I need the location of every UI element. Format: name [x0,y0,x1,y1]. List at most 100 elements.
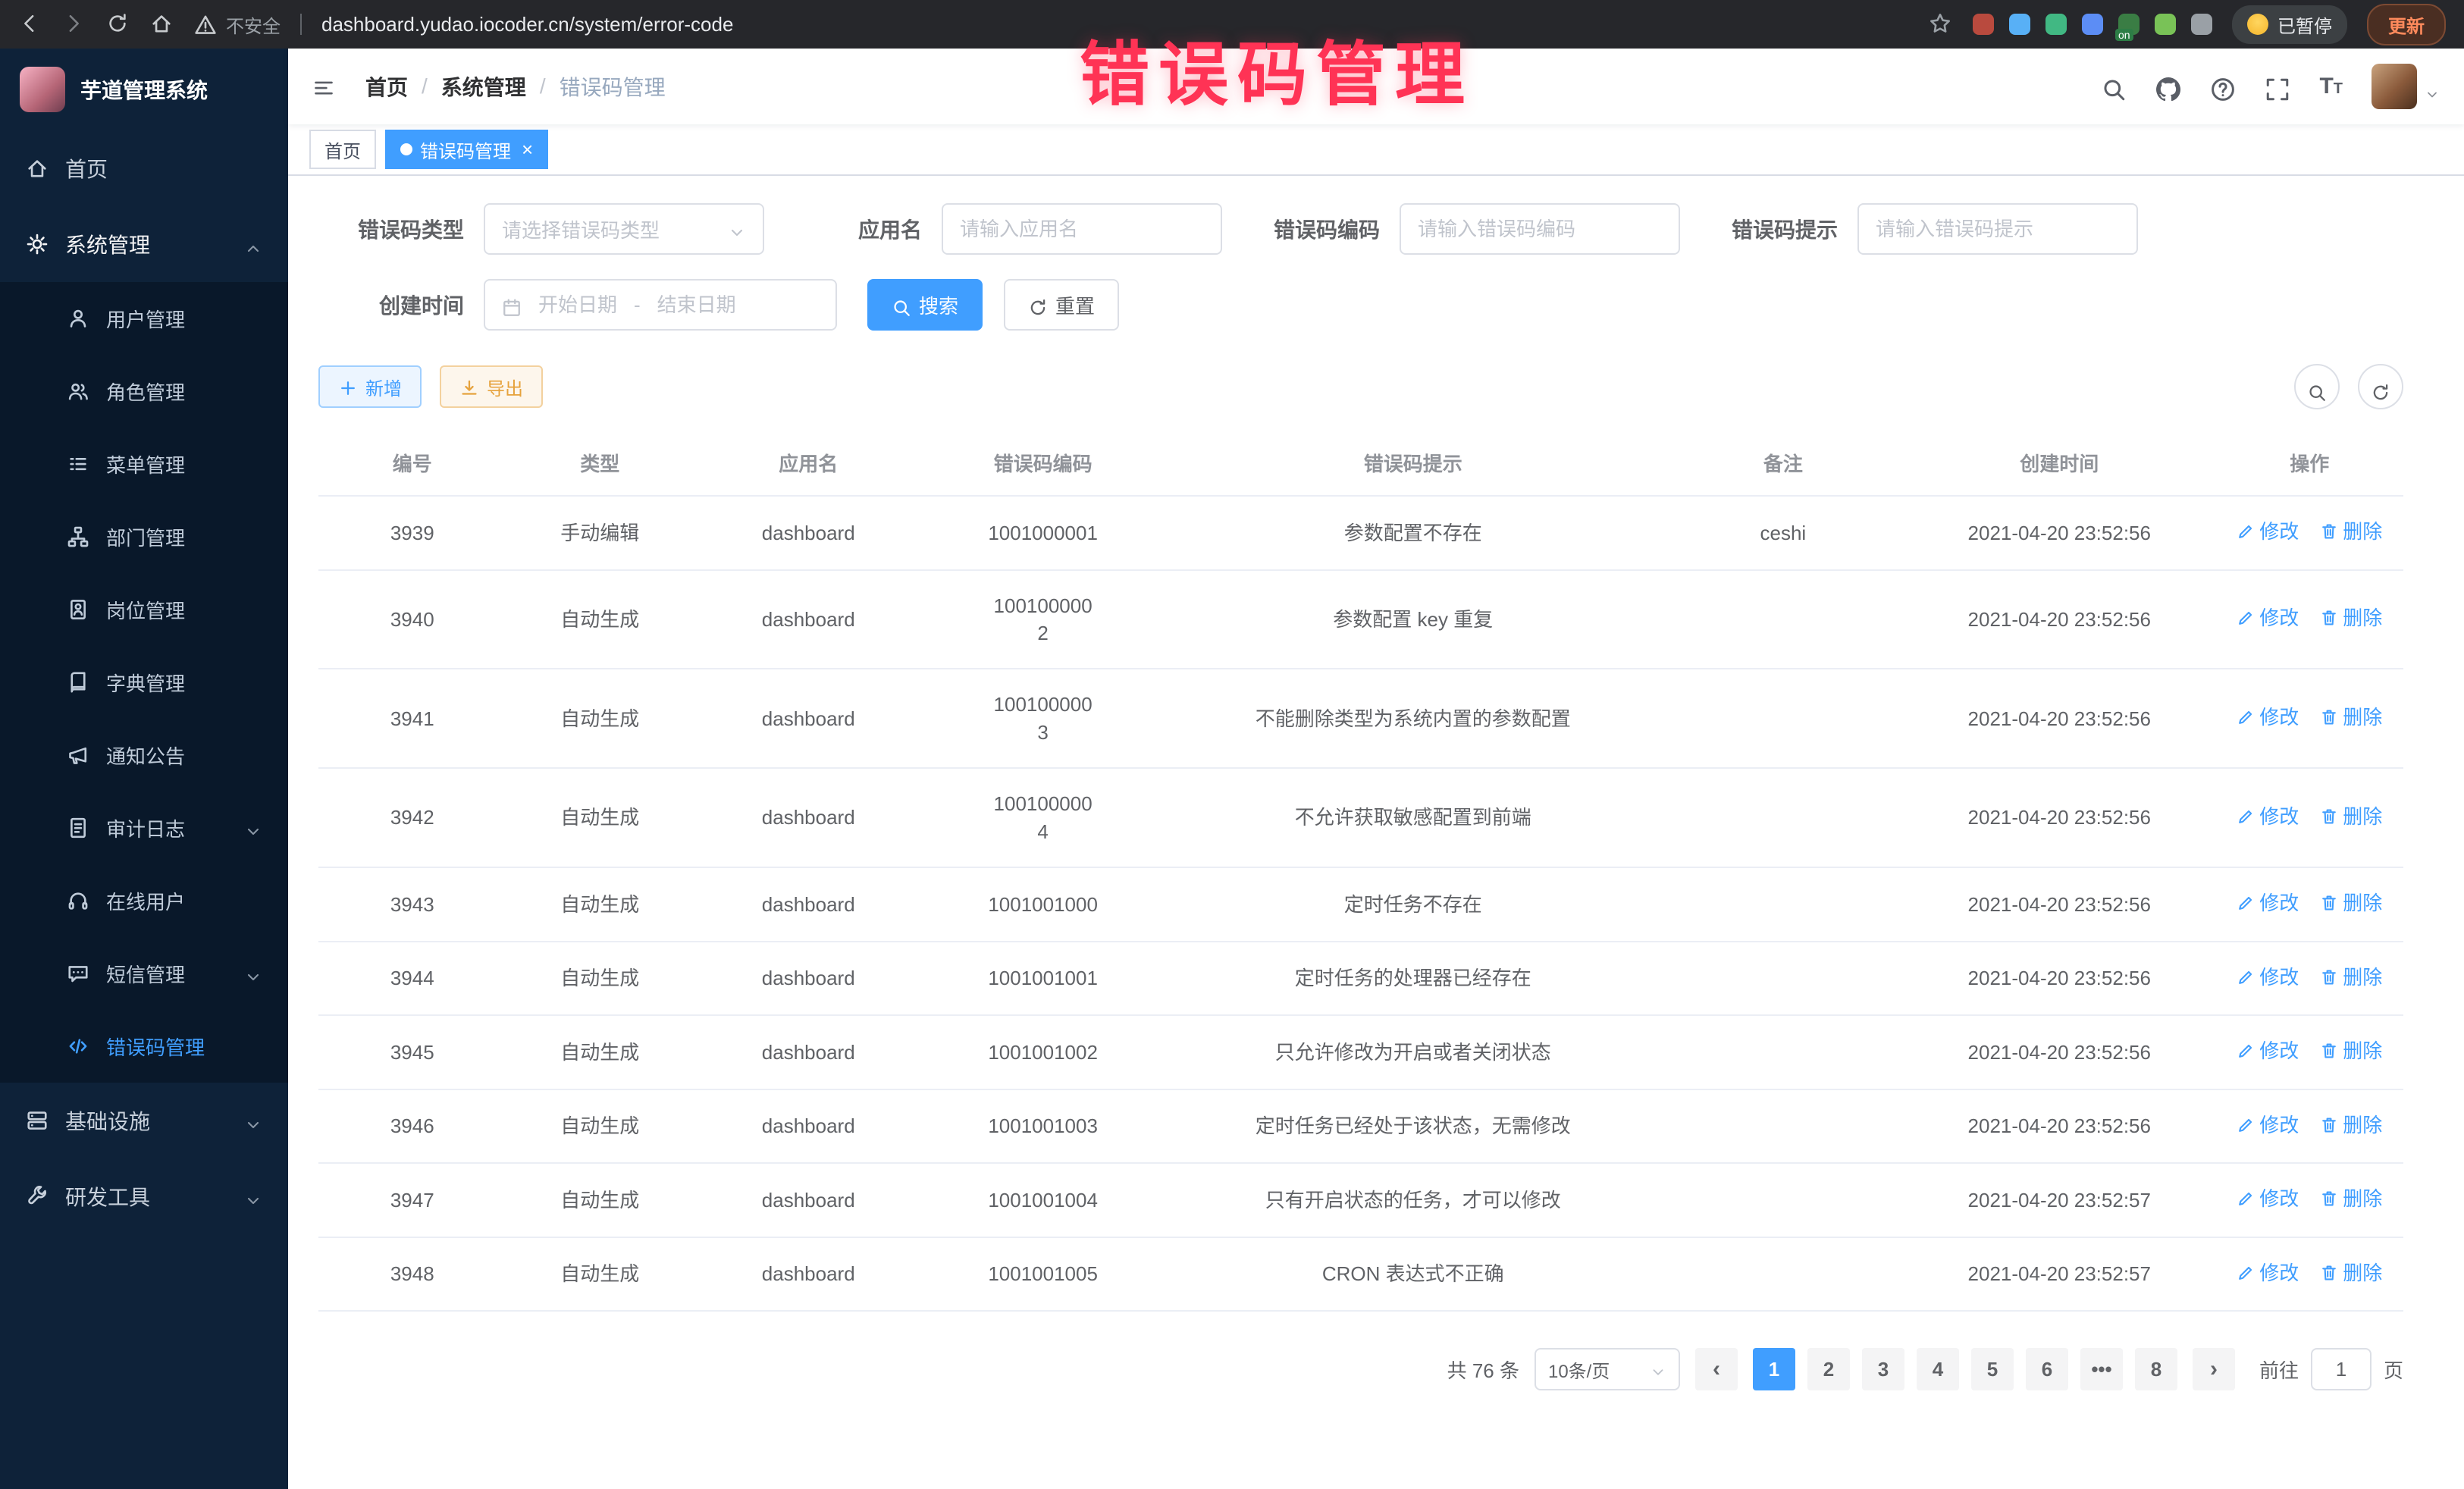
error-hint-input[interactable] [1857,203,2138,255]
sidebar-item-dept-management[interactable]: 部门管理 [0,500,288,573]
date-range-picker[interactable]: - [484,279,837,331]
sidebar-item-system-management[interactable]: 系统管理 [0,206,288,282]
sidebar-item-audit-log[interactable]: 审计日志 [0,792,288,864]
breadcrumb-system[interactable]: 系统管理 [441,71,526,102]
filter-row-1: 错误码类型 请选择错误码类型 应用名 错误码编码 [318,203,2403,255]
sidebar-item-online-users[interactable]: 在线用户 [0,864,288,937]
breadcrumb-current: 错误码管理 [560,71,666,102]
delete-link[interactable]: 删除 [2320,1259,2382,1287]
table-header-row: 编号 类型 应用名 错误码编码 错误码提示 备注 创建时间 操作 [318,431,2403,496]
error-type-select[interactable]: 请选择错误码类型 [484,203,764,255]
url-bar[interactable]: dashboard.yudao.iocoder.cn/system/error-… [321,13,1909,36]
sidebar-item-role-management[interactable]: 角色管理 [0,355,288,428]
edit-link[interactable]: 修改 [2237,889,2299,917]
extension-drop-icon[interactable] [2009,14,2030,35]
edit-link[interactable]: 修改 [2237,604,2299,632]
search-button[interactable]: 搜索 [867,279,983,331]
edit-link[interactable]: 修改 [2237,964,2299,991]
chevron-down-icon [2425,79,2440,94]
next-page-button[interactable]: › [2193,1348,2235,1390]
download-icon [459,377,479,397]
user-menu[interactable] [2372,64,2440,109]
page-button-3[interactable]: 3 [1862,1348,1904,1390]
browser-home-icon[interactable] [150,12,174,36]
navbar-actions: TT [2101,64,2440,109]
cell-actions: 修改删除 [2216,867,2404,942]
header-search-icon[interactable] [2101,74,2127,99]
browser-reload-icon[interactable] [106,12,130,36]
goto-page-input[interactable] [2311,1348,2372,1390]
font-size-icon[interactable]: TT [2319,75,2343,98]
sidebar-item-infrastructure[interactable]: 基础设施 [0,1083,288,1158]
bookmark-star-icon[interactable] [1929,12,1953,36]
toggle-search-button[interactable] [2294,364,2340,409]
chevron-down-icon [244,964,262,983]
extension-translate-icon[interactable]: on [2118,14,2140,35]
sidebar-item-dict-management[interactable]: 字典管理 [0,646,288,719]
prev-page-button[interactable]: ‹ [1695,1348,1738,1390]
fullscreen-icon[interactable] [2265,74,2290,99]
app-logo[interactable]: 芋道管理系统 [0,49,288,130]
refresh-table-button[interactable] [2358,364,2403,409]
export-button[interactable]: 导出 [440,365,543,408]
sidebar-item-dev-tools[interactable]: 研发工具 [0,1158,288,1234]
add-button[interactable]: 新增 [318,365,422,408]
edit-link[interactable]: 修改 [2237,1111,2299,1139]
extension-puzzle-icon[interactable] [2191,14,2212,35]
edit-link[interactable]: 修改 [2237,704,2299,731]
extension-red-icon[interactable] [1973,14,1994,35]
security-chip[interactable]: 不安全 [194,11,281,38]
delete-link[interactable]: 删除 [2320,1185,2382,1212]
sidebar-toggle-icon[interactable] [312,72,341,101]
edit-link[interactable]: 修改 [2237,1037,2299,1064]
sidebar-item-user-management[interactable]: 用户管理 [0,282,288,355]
delete-link[interactable]: 删除 [2320,1111,2382,1139]
paused-badge[interactable]: 已暂停 [2232,5,2347,44]
edit-link[interactable]: 修改 [2237,803,2299,830]
page-more-button[interactable]: ••• [2080,1348,2123,1390]
browser-back-icon[interactable] [18,12,42,36]
start-date-input[interactable] [532,293,623,317]
sidebar-item-notice[interactable]: 通知公告 [0,719,288,792]
page-button-5[interactable]: 5 [1971,1348,2014,1390]
close-icon[interactable]: × [522,139,533,159]
sidebar-item-error-code-management[interactable]: 错误码管理 [0,1010,288,1083]
edit-link[interactable]: 修改 [2237,1185,2299,1212]
tab-home[interactable]: 首页 [309,130,376,169]
github-icon[interactable] [2155,74,2181,99]
help-icon[interactable] [2210,74,2236,99]
app-name-input[interactable] [942,203,1222,255]
delete-link[interactable]: 删除 [2320,889,2382,917]
error-code-input[interactable] [1400,203,1680,255]
page-button-4[interactable]: 4 [1917,1348,1959,1390]
cell-app: dashboard [694,1163,923,1237]
delete-link[interactable]: 删除 [2320,604,2382,632]
extension-grid-icon[interactable] [2082,14,2103,35]
sidebar-item-menu-management[interactable]: 菜单管理 [0,428,288,500]
sidebar-item-sms-management[interactable]: 短信管理 [0,937,288,1010]
page-button-2[interactable]: 2 [1807,1348,1850,1390]
sidebar-item-post-management[interactable]: 岗位管理 [0,573,288,646]
update-button[interactable]: 更新 [2367,4,2446,45]
edit-link[interactable]: 修改 [2237,518,2299,545]
delete-link[interactable]: 删除 [2320,1037,2382,1064]
page-button-8[interactable]: 8 [2135,1348,2177,1390]
delete-link[interactable]: 删除 [2320,518,2382,545]
delete-link[interactable]: 删除 [2320,964,2382,991]
reset-button[interactable]: 重置 [1004,279,1119,331]
extension-leaf-icon[interactable] [2155,14,2176,35]
edit-link[interactable]: 修改 [2237,1259,2299,1287]
page-button-1[interactable]: 1 [1753,1348,1795,1390]
tab-error-code[interactable]: 错误码管理 × [385,130,548,169]
browser-forward-icon[interactable] [62,12,86,36]
breadcrumb-home[interactable]: 首页 [365,71,408,102]
extension-vue-icon[interactable] [2045,14,2067,35]
cell-code: 1001001003 [923,1089,1163,1164]
end-date-input[interactable] [651,293,742,317]
delete-link[interactable]: 删除 [2320,704,2382,731]
sidebar-item-home[interactable]: 首页 [0,130,288,206]
page-button-6[interactable]: 6 [2026,1348,2068,1390]
cell-code: 1001001002 [923,1015,1163,1089]
delete-link[interactable]: 删除 [2320,803,2382,830]
page-size-select[interactable]: 10条/页 [1535,1348,1680,1390]
